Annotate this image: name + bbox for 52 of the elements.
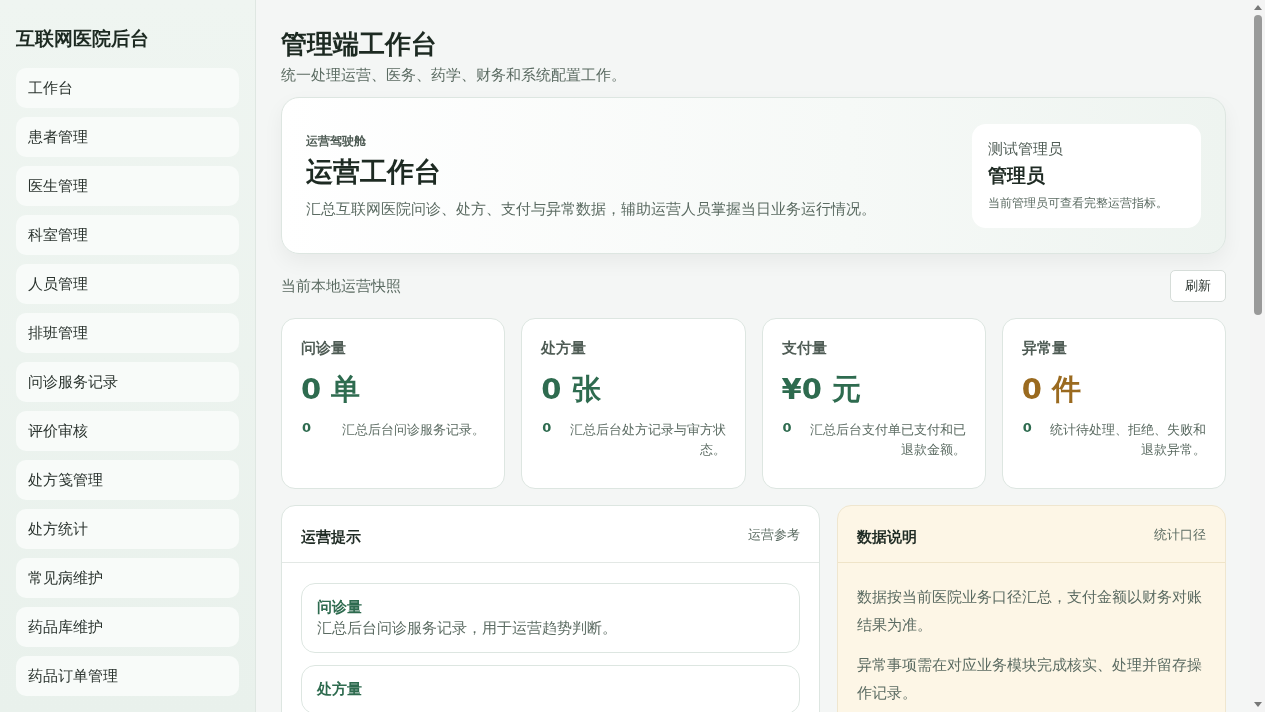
nav-item[interactable]: 药品订单管理 bbox=[16, 656, 239, 696]
nav-item[interactable]: 患者管理 bbox=[16, 117, 239, 157]
metric-value: 0 张 bbox=[541, 371, 602, 408]
metric-description: 汇总后台支付单已支付和已退款金额。 bbox=[808, 421, 966, 459]
tip-title: 问诊量 bbox=[317, 598, 363, 617]
note-paragraph: 数据按当前医院业务口径汇总，支付金额以财务对账结果为准。 bbox=[857, 587, 1203, 636]
nav-item[interactable]: 评价审核 bbox=[16, 411, 239, 451]
nav-item[interactable]: 排班管理 bbox=[16, 313, 239, 353]
nav-item[interactable]: 问诊服务记录 bbox=[16, 362, 239, 402]
refresh-button[interactable]: 刷新 bbox=[1170, 270, 1226, 302]
scroll-down-icon[interactable] bbox=[1253, 702, 1262, 707]
nav-item[interactable]: 药品库维护 bbox=[16, 607, 239, 647]
metric-value: 0 单 bbox=[301, 371, 362, 408]
scroll-up-icon[interactable] bbox=[1253, 5, 1262, 10]
metric-label: 异常量 bbox=[1021, 339, 1068, 358]
metric-description: 汇总后台问诊服务记录。 bbox=[341, 421, 486, 439]
panel-title: 数据说明 bbox=[857, 527, 917, 547]
nav-item[interactable]: 处方统计 bbox=[16, 509, 239, 549]
metric-value: 0 件 bbox=[1021, 371, 1083, 408]
metric-label: 处方量 bbox=[541, 339, 588, 358]
nav-item[interactable]: 人员管理 bbox=[16, 264, 239, 304]
nav-item[interactable]: 科室管理 bbox=[16, 215, 239, 255]
nav-item[interactable]: 常见病维护 bbox=[16, 558, 239, 598]
user-role: 管理员 bbox=[988, 162, 1046, 188]
metric-label: 支付量 bbox=[781, 339, 828, 358]
panel-tag: 统计口径 bbox=[1154, 526, 1206, 544]
tip-title: 处方量 bbox=[317, 680, 363, 699]
metric-description: 统计待处理、拒绝、失败和退款异常。 bbox=[1049, 421, 1206, 459]
metric-description: 汇总后台处方记录与审方状态。 bbox=[568, 421, 726, 459]
user-note: 当前管理员可查看完整运营指标。 bbox=[988, 194, 1169, 212]
metric-label: 问诊量 bbox=[301, 339, 347, 358]
nav-item[interactable]: 处方笺管理 bbox=[16, 460, 239, 500]
user-account: 测试管理员 bbox=[988, 139, 1064, 159]
panel-tag: 运营参考 bbox=[748, 526, 800, 544]
metric-count: 0 bbox=[781, 420, 792, 435]
metric-count: 0 bbox=[541, 420, 552, 435]
nav-item[interactable]: 工作台 bbox=[16, 68, 239, 108]
app-title: 互联网医院后台 bbox=[16, 26, 150, 51]
snapshot-label: 当前本地运营快照 bbox=[281, 276, 401, 296]
tip-text: 汇总后台问诊服务记录，用于运营趋势判断。 bbox=[317, 619, 618, 638]
note-paragraph: 异常事项需在对应业务模块完成核实、处理并留存操作记录。 bbox=[857, 655, 1203, 704]
hero-eyebrow: 运营驾驶舱 bbox=[306, 132, 367, 150]
hero-title: 运营工作台 bbox=[306, 154, 442, 189]
page-subtitle: 统一处理运营、医务、药学、财务和系统配置工作。 bbox=[281, 66, 627, 85]
panel-title: 运营提示 bbox=[301, 527, 361, 547]
metric-count: 0 bbox=[1021, 420, 1032, 435]
scrollbar-thumb[interactable] bbox=[1253, 15, 1262, 315]
metric-value: ¥0 元 bbox=[781, 371, 862, 408]
nav-item[interactable]: 医生管理 bbox=[16, 166, 239, 206]
metric-count: 0 bbox=[301, 420, 312, 435]
hero-description: 汇总互联网医院问诊、处方、支付与异常数据，辅助运营人员掌握当日业务运行情况。 bbox=[306, 199, 876, 219]
page-title: 管理端工作台 bbox=[281, 28, 438, 61]
